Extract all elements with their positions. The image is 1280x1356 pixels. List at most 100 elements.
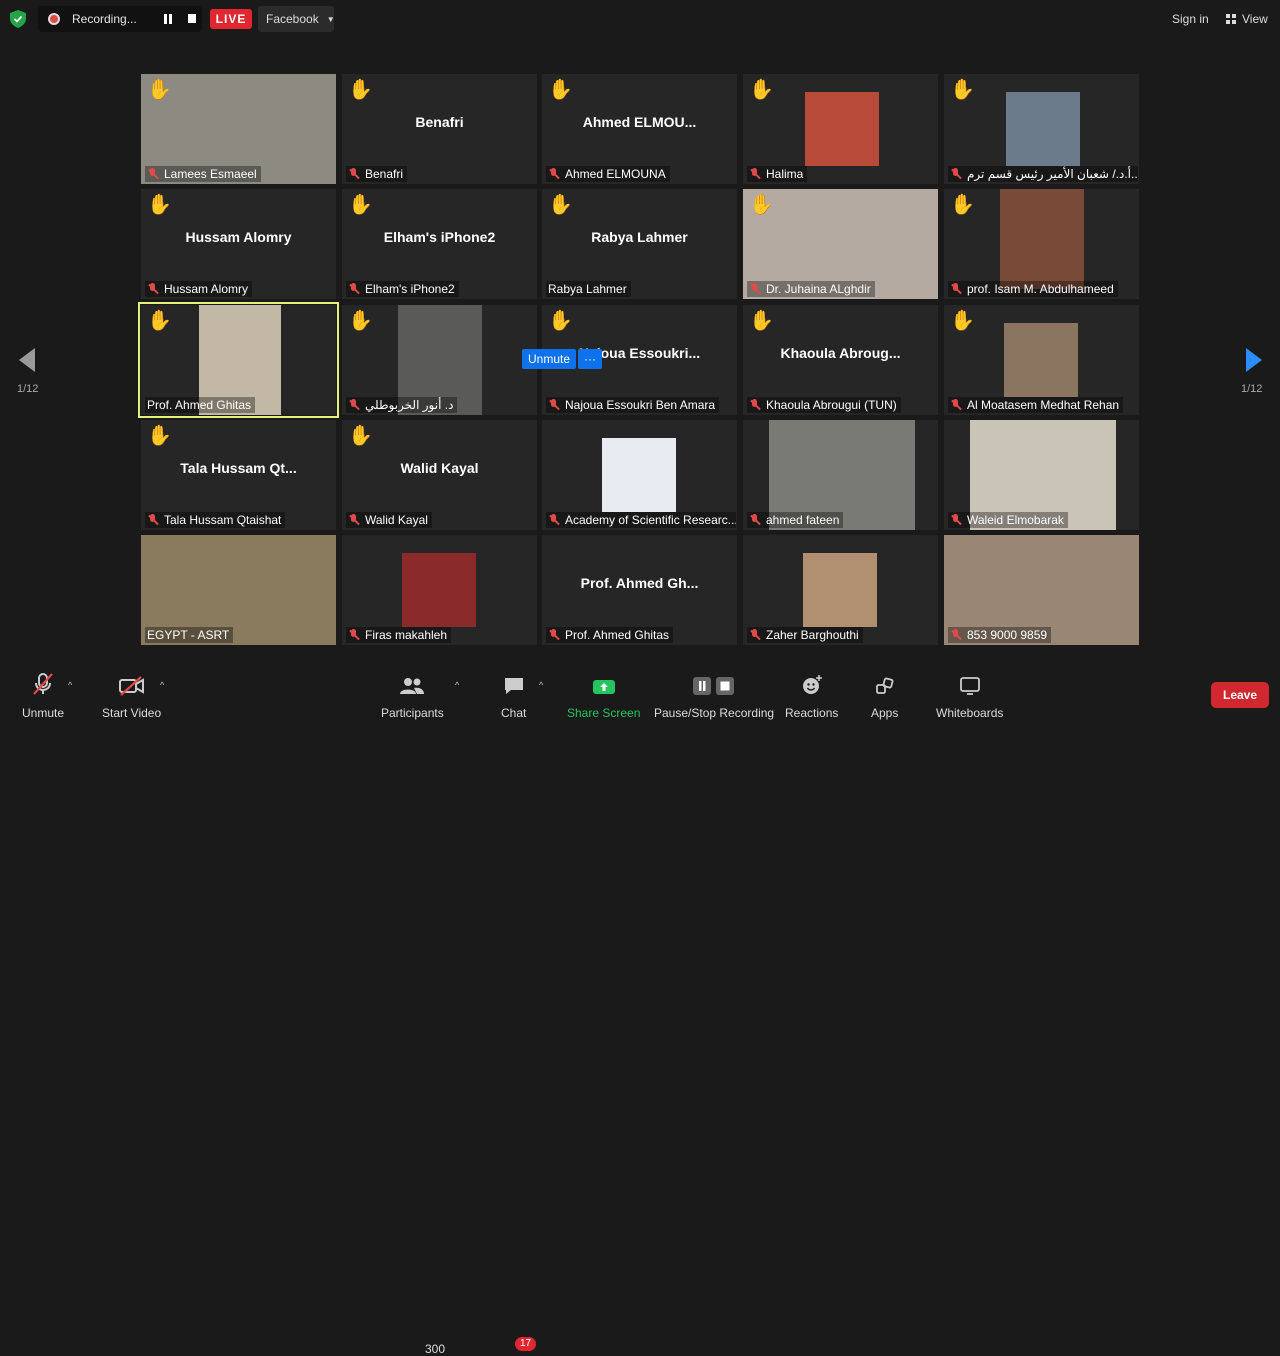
live-badge[interactable]: LIVE (210, 9, 252, 29)
microphone-muted-icon (950, 168, 962, 180)
participant-name-label: Al Moatasem Medhat Rehan (948, 397, 1124, 413)
participants-button[interactable]: Participants (381, 670, 444, 720)
participant-video-image (602, 438, 676, 512)
participant-tile[interactable]: ahmed fateen (743, 420, 938, 530)
participant-video-image (803, 553, 877, 627)
microphone-muted-icon (950, 629, 962, 641)
raised-hand-icon: ✋ (147, 425, 172, 447)
view-label: View (1242, 12, 1268, 26)
sign-in-link[interactable]: Sign in (1172, 12, 1209, 26)
participant-tile[interactable]: Hussam Alomry ✋ Hussam Alomry (141, 189, 336, 299)
participant-name-label: 853 9000 9859 (948, 627, 1052, 643)
unmute-participant-button[interactable]: Unmute (522, 349, 577, 369)
participant-tile[interactable]: Prof. Ahmed Gh... Prof. Ahmed Ghitas (542, 535, 737, 645)
participant-name: Dr. Juhaina ALghdir (766, 282, 871, 296)
participant-tile[interactable]: Waleid Elmobarak (944, 420, 1139, 530)
participant-tile[interactable]: Academy of Scientific Researc... (542, 420, 737, 530)
participant-tile[interactable]: ✋ Prof. Ahmed Ghitas (138, 302, 339, 418)
participant-name: Zaher Barghouthi (766, 628, 859, 642)
video-options-caret-icon[interactable]: ^ (160, 680, 164, 690)
participant-tile[interactable]: ✋ أ.د./ شعبان الأمير رئيس قسم ترم... (944, 74, 1139, 184)
participant-tile[interactable]: Ahmed ELMOU... ✋ Ahmed ELMOUNA (542, 74, 737, 184)
top-bar: Recording... LIVE Facebook ▼ Sign in Vie… (0, 0, 1280, 38)
microphone-muted-icon (749, 399, 761, 411)
microphone-muted-icon (147, 283, 159, 295)
participant-name-label: Waleid Elmobarak (948, 512, 1068, 528)
participant-tile[interactable]: Rabya Lahmer ✋ Rabya Lahmer (542, 189, 737, 299)
start-video-button[interactable]: Start Video (102, 670, 161, 720)
participant-tile[interactable]: Khaoula Abroug... ✋ Khaoula Abrougui (TUN) (743, 305, 938, 415)
microphone-muted-icon (749, 283, 761, 295)
view-button[interactable]: View (1226, 12, 1268, 26)
audio-options-caret-icon[interactable]: ^ (68, 680, 72, 690)
participant-name-label: Rabya Lahmer (546, 281, 631, 297)
participant-tile[interactable]: ✋ Halima (743, 74, 938, 184)
video-off-icon (118, 676, 144, 696)
participant-name-label: Firas makahleh (346, 627, 452, 643)
raised-hand-icon: ✋ (950, 194, 975, 216)
raised-hand-icon: ✋ (548, 79, 573, 101)
participant-tile[interactable]: 853 9000 9859 (944, 535, 1139, 645)
participant-tile[interactable]: ✋ Al Moatasem Medhat Rehan (944, 305, 1139, 415)
participant-name: Najoua Essoukri Ben Amara (565, 398, 716, 412)
recording-indicator: Recording... (38, 6, 202, 32)
raised-hand-icon: ✋ (147, 79, 172, 101)
microphone-muted-icon (548, 168, 560, 180)
participant-tile[interactable]: Tala Hussam Qt... ✋ Tala Hussam Qtaishat (141, 420, 336, 530)
unmute-label: Unmute (22, 706, 65, 720)
participant-display-name: Rabya Lahmer (591, 229, 688, 245)
participant-tile[interactable]: Firas makahleh (342, 535, 537, 645)
microphone-muted-icon (348, 629, 360, 641)
participants-options-caret-icon[interactable]: ^ (455, 680, 459, 690)
microphone-muted-icon (147, 514, 159, 526)
participant-display-name: Walid Kayal (400, 460, 479, 476)
participant-tile[interactable]: ✋ Lamees Esmaeel (141, 74, 336, 184)
participant-video-image (1004, 323, 1078, 397)
share-screen-button[interactable]: Share Screen (567, 670, 640, 720)
participant-tile[interactable]: Zaher Barghouthi (743, 535, 938, 645)
participant-tile[interactable]: EGYPT - ASRT (141, 535, 336, 645)
participant-name-label: prof. Isam M. Abdulhameed (948, 281, 1118, 297)
stop-icon[interactable] (188, 14, 196, 23)
participant-tile[interactable]: ✋ prof. Isam M. Abdulhameed (944, 189, 1139, 299)
participant-video-image (402, 553, 476, 627)
participant-name-label: Hussam Alomry (145, 281, 253, 297)
raised-hand-icon: ✋ (548, 310, 573, 332)
recording-label: Recording... (72, 12, 137, 26)
chat-options-caret-icon[interactable]: ^ (539, 680, 543, 690)
participant-tile[interactable]: ✋ د. أنور الخربوطلي (342, 305, 537, 415)
raised-hand-icon: ✋ (749, 79, 774, 101)
reactions-button[interactable]: Reactions (785, 670, 838, 720)
apps-button[interactable]: Apps (871, 670, 898, 720)
participant-name: Academy of Scientific Researc... (565, 513, 736, 527)
stream-target-dropdown[interactable]: Facebook ▼ (258, 6, 335, 32)
next-page-arrow-icon[interactable] (1244, 346, 1264, 374)
microphone-muted-icon (749, 168, 761, 180)
raised-hand-icon: ✋ (147, 310, 172, 332)
participant-name-label: Dr. Juhaina ALghdir (747, 281, 875, 297)
pause-icon[interactable] (164, 14, 174, 24)
previous-page-arrow-icon[interactable] (17, 346, 37, 374)
raised-hand-icon: ✋ (348, 79, 373, 101)
shield-icon[interactable] (10, 10, 26, 28)
participant-tile[interactable]: Elham's iPhone2 ✋ Elham's iPhone2 (342, 189, 537, 299)
participant-name: Lamees Esmaeel (164, 167, 257, 181)
share-screen-label: Share Screen (567, 706, 641, 720)
chat-label: Chat (501, 706, 527, 720)
participant-name-label: Zaher Barghouthi (747, 627, 863, 643)
microphone-muted-icon (33, 673, 53, 695)
participant-name-label: Tala Hussam Qtaishat (145, 512, 286, 528)
raised-hand-icon: ✋ (950, 310, 975, 332)
unmute-button[interactable]: Unmute (22, 670, 64, 720)
participant-tile[interactable]: ✋ Dr. Juhaina ALghdir (743, 189, 938, 299)
whiteboards-button[interactable]: Whiteboards (936, 670, 1003, 720)
more-options-button[interactable]: ··· (578, 349, 603, 369)
participant-tile[interactable]: Walid Kayal ✋ Walid Kayal (342, 420, 537, 530)
participant-tile[interactable]: Benafri ✋ Benafri (342, 74, 537, 184)
leave-button[interactable]: Leave (1211, 682, 1269, 708)
participants-label: Participants (381, 706, 444, 720)
whiteboards-label: Whiteboards (936, 706, 1004, 720)
pause-stop-recording-button[interactable]: Pause/Stop Recording (654, 670, 774, 720)
participant-name: prof. Isam M. Abdulhameed (967, 282, 1114, 296)
chat-button[interactable]: Chat (501, 670, 526, 720)
